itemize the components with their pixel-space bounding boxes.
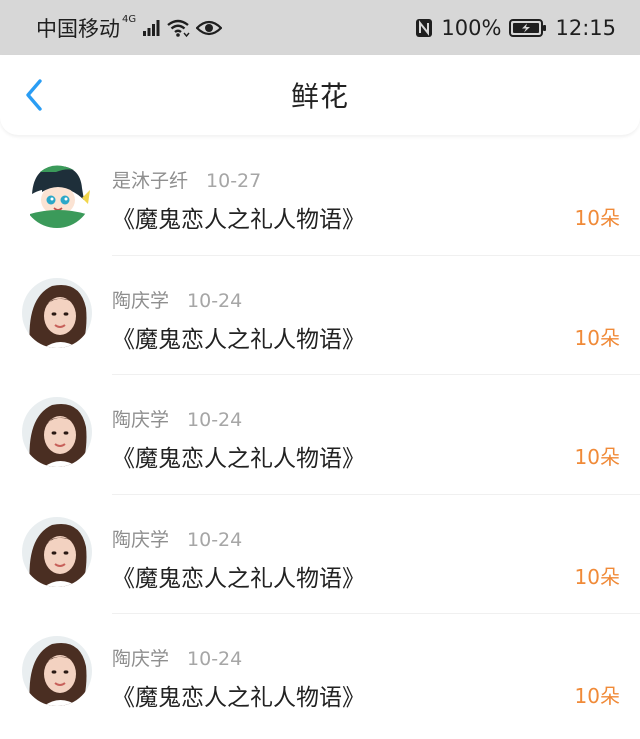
record-date: 10-24: [187, 648, 243, 670]
flower-amount: 10朵: [574, 206, 620, 230]
user-name: 是沐子纤: [112, 170, 189, 192]
avatar[interactable]: [22, 277, 92, 348]
avatar[interactable]: [22, 636, 92, 706]
battery-percent: 100%: [441, 15, 502, 40]
user-name: 陶庆学: [112, 528, 170, 551]
list-item[interactable]: 是沐子纤 10-27 《魔鬼恋人之礼人物语》 10朵: [0, 136, 640, 256]
book-title[interactable]: 《魔鬼恋人之礼人物语》: [112, 559, 365, 593]
record-meta: 陶庆学 10-24: [112, 644, 242, 671]
record-date: 10-24: [187, 289, 243, 312]
flower-amount: 10朵: [574, 564, 620, 589]
eye-icon: [196, 19, 223, 37]
avatar[interactable]: [22, 397, 92, 467]
clock: 12:15: [555, 15, 616, 40]
list-item[interactable]: 陶庆学 10-24 《魔鬼恋人之礼人物语》 10朵: [0, 256, 640, 375]
flower-amount: 10朵: [574, 325, 620, 350]
book-title[interactable]: 《魔鬼恋人之礼人物语》: [112, 439, 365, 473]
book-title[interactable]: 《魔鬼恋人之礼人物语》: [112, 320, 365, 354]
record-date: 10-24: [187, 528, 243, 551]
record-date: 10-27: [206, 170, 262, 192]
list-item[interactable]: 陶庆学 10-24 《魔鬼恋人之礼人物语》 10朵: [0, 614, 640, 734]
list-item[interactable]: 陶庆学 10-24 《魔鬼恋人之礼人物语》 10朵: [0, 495, 640, 614]
flower-amount: 10朵: [574, 445, 620, 469]
user-name: 陶庆学: [112, 409, 170, 431]
book-title[interactable]: 《魔鬼恋人之礼人物语》: [112, 678, 365, 712]
status-bar: 中国移动 4G 100% 12:15: [0, 0, 640, 55]
list-item[interactable]: 陶庆学 10-24 《魔鬼恋人之礼人物语》 10朵: [0, 375, 640, 495]
record-date: 10-24: [187, 409, 243, 431]
record-meta: 陶庆学 10-24: [112, 525, 242, 552]
chevron-left-icon: [26, 79, 42, 111]
header-bar: 鲜花: [0, 55, 640, 135]
carrier-label: 中国移动: [36, 16, 120, 41]
page-title: 鲜花: [290, 80, 349, 113]
book-title[interactable]: 《魔鬼恋人之礼人物语》: [112, 200, 365, 234]
status-right: 100% 12:15: [415, 16, 616, 40]
back-button[interactable]: [18, 77, 50, 113]
record-meta: 陶庆学 10-24: [112, 405, 242, 432]
user-name: 陶庆学: [112, 648, 170, 670]
signal-icon: [142, 19, 160, 37]
wifi-icon: [166, 18, 190, 38]
user-name: 陶庆学: [112, 289, 170, 312]
record-meta: 是沐子纤 10-27: [112, 166, 261, 193]
avatar[interactable]: [22, 158, 92, 228]
battery-charging-icon: [509, 18, 547, 38]
status-left: 中国移动 4G: [36, 13, 223, 43]
flower-amount: 10朵: [574, 684, 620, 708]
record-meta: 陶庆学 10-24: [112, 286, 242, 313]
nfc-icon: [415, 18, 433, 38]
network-type: 4G: [122, 14, 137, 25]
flower-record-list: 是沐子纤 10-27 《魔鬼恋人之礼人物语》 10朵 陶庆学 10-24 《魔鬼恋人…: [0, 136, 640, 734]
avatar[interactable]: [22, 516, 92, 587]
